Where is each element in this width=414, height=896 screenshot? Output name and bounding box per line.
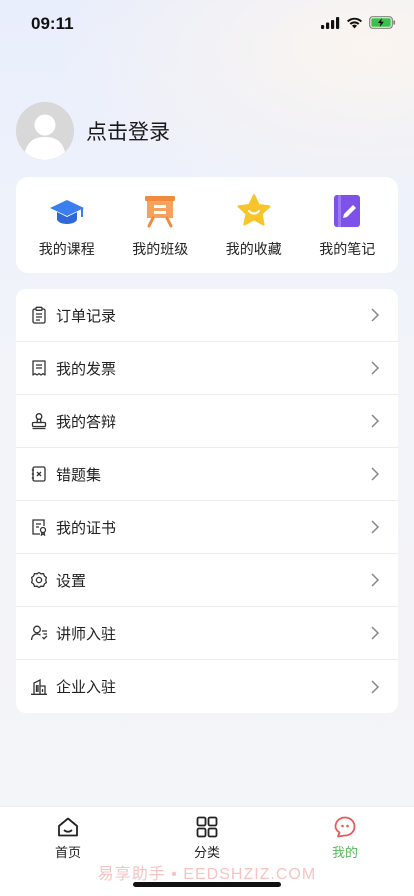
quick-action-label: 我的收藏 [225, 241, 282, 258]
tab-mine[interactable]: 我的 [305, 815, 385, 861]
status-bar: 09:11 [0, 0, 414, 46]
grid-icon [196, 816, 218, 838]
quick-action-my-favorites[interactable]: 我的收藏 [209, 192, 299, 259]
quick-action-my-notes[interactable]: 我的笔记 [302, 192, 392, 259]
quick-action-label: 我的笔记 [319, 241, 376, 258]
default-avatar-icon [16, 102, 74, 160]
menu-item-lecturer-join[interactable]: 讲师入驻 [16, 607, 398, 660]
chevron-right-icon [371, 520, 380, 534]
watermark: 易享助手 • EEDSHZIZ.COM [97, 866, 317, 883]
quick-action-my-classes[interactable]: 我的班级 [115, 192, 205, 259]
tab-home[interactable]: 首页 [28, 815, 108, 861]
wifi-icon [347, 17, 362, 28]
profile-header[interactable]: 点击登录 [16, 102, 170, 160]
star-icon [235, 192, 273, 230]
status-time: 09:11 [31, 14, 74, 33]
quick-action-label: 我的班级 [132, 241, 189, 258]
menu-item-label: 订单记录 [56, 306, 117, 325]
tab-category[interactable]: 分类 [167, 815, 247, 861]
chevron-right-icon [371, 626, 380, 640]
graduation-cap-icon [48, 192, 86, 230]
clipboard-icon [30, 306, 48, 324]
presentation-board-icon [141, 192, 179, 230]
menu-item-label: 错题集 [56, 465, 102, 484]
menu-item-enterprise-join[interactable]: 企业入驻 [16, 660, 398, 713]
avatar[interactable] [16, 102, 74, 160]
chevron-right-icon [371, 361, 380, 375]
stamp-icon [30, 412, 48, 430]
building-icon [30, 678, 48, 696]
menu-item-my-defense[interactable]: 我的答辩 [16, 395, 398, 448]
battery-charging-icon [369, 16, 396, 29]
chat-bubble-icon [334, 816, 356, 838]
menu-list: 订单记录 我的发票 我的答辩 错题集 我的证书 设置 讲师入驻 企业入驻 [16, 289, 398, 713]
gear-icon [30, 571, 48, 589]
menu-item-my-invoices[interactable]: 我的发票 [16, 342, 398, 395]
quick-action-my-courses[interactable]: 我的课程 [22, 192, 112, 259]
chevron-right-icon [371, 308, 380, 322]
certificate-icon [30, 518, 48, 536]
notebook-pen-icon [328, 192, 366, 230]
home-icon [58, 817, 78, 837]
menu-item-label: 企业入驻 [56, 678, 117, 696]
menu-item-label: 设置 [56, 571, 87, 590]
menu-item-label: 我的发票 [56, 359, 117, 378]
invoice-icon [30, 359, 48, 377]
lecturer-icon [30, 624, 48, 642]
menu-item-label: 讲师入驻 [56, 624, 117, 643]
tab-label: 我的 [331, 846, 358, 861]
chevron-right-icon [371, 573, 380, 587]
login-text[interactable]: 点击登录 [86, 116, 170, 146]
tab-label: 首页 [54, 846, 81, 861]
chevron-right-icon [371, 679, 380, 694]
chevron-right-icon [371, 467, 380, 481]
menu-item-label: 我的证书 [56, 518, 117, 537]
menu-item-error-collection[interactable]: 错题集 [16, 448, 398, 501]
menu-item-settings[interactable]: 设置 [16, 554, 398, 607]
error-book-icon [30, 465, 48, 483]
menu-item-label: 我的答辩 [56, 412, 117, 431]
signal-icon [321, 16, 340, 29]
menu-item-order-records[interactable]: 订单记录 [16, 289, 398, 342]
status-icons [321, 16, 396, 29]
home-indicator [133, 882, 281, 887]
menu-item-my-certificates[interactable]: 我的证书 [16, 501, 398, 554]
quick-actions-card: 我的课程 我的班级 我的收藏 我的笔记 [16, 177, 398, 273]
chevron-right-icon [371, 414, 380, 428]
tab-label: 分类 [193, 846, 220, 861]
quick-action-label: 我的课程 [38, 241, 95, 258]
